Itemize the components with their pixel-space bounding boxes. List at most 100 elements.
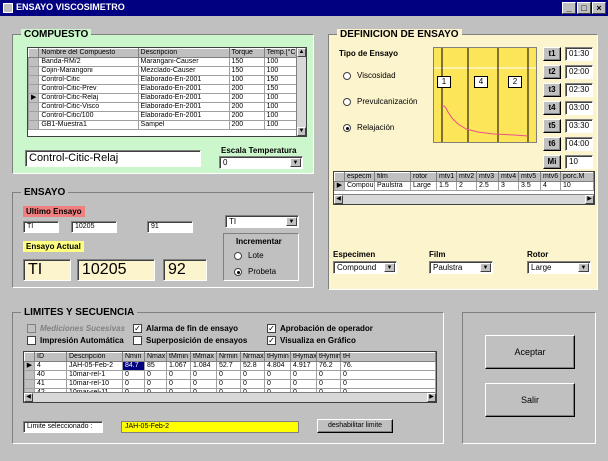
time-field-6[interactable]: 10 xyxy=(565,155,593,169)
table-cell[interactable]: Elaborado-En-2001 xyxy=(137,111,230,121)
lim-col-5[interactable]: tMmax xyxy=(190,352,217,362)
lim-col-4[interactable]: tMmin xyxy=(166,352,191,362)
table-cell[interactable]: 0 xyxy=(190,370,217,380)
table-cell[interactable]: 150 xyxy=(228,57,265,67)
table-cell[interactable]: 4 xyxy=(540,181,561,191)
table-cell[interactable]: 150 xyxy=(228,66,265,76)
chevron-down-icon[interactable]: ▼ xyxy=(480,263,491,272)
table-cell[interactable]: Control-Citic xyxy=(38,75,139,85)
maximize-button[interactable]: □ xyxy=(577,2,591,14)
actual-tipo-field[interactable]: TI xyxy=(23,259,71,281)
table-cell[interactable]: 0 xyxy=(240,379,265,389)
table-cell[interactable]: Compoun xyxy=(344,181,375,191)
table-cell[interactable]: 52.7 xyxy=(216,361,241,371)
graph-box-1[interactable]: 1 xyxy=(437,76,451,88)
radio-probeta[interactable] xyxy=(234,268,242,276)
table-cell[interactable]: 10mar-rel-10 xyxy=(66,379,123,389)
table-row[interactable]: Control-Citic-Prev Elaborado-En-2001 200 15… xyxy=(28,84,306,94)
time-field-3[interactable]: 03:00 xyxy=(565,101,593,115)
table-cell[interactable]: 0 xyxy=(216,370,241,380)
table-row[interactable]: ▶ Compoun Paulstra Large 1.5 2 2.5 3 3.5 4 10 xyxy=(334,181,594,191)
table-row[interactable]: ▶ 4 JAH-05-Feb-2 84.7 85 1.067 1.084 52.7 52.8 4.… xyxy=(24,361,436,371)
time-field-2[interactable]: 02:30 xyxy=(565,83,593,97)
table-row[interactable]: 40 10mar-rel-1 0 0 0 0 0 0 0 0 0 0 xyxy=(24,370,436,380)
compuesto-grid[interactable]: Nombre del Compuesto Descripcion Torque … xyxy=(27,47,307,137)
chevron-down-icon[interactable]: ▼ xyxy=(290,158,301,167)
table-cell[interactable]: Control-Citic-Visco xyxy=(38,102,139,112)
limites-grid[interactable]: ID Descripción Nmin Nmax tMmin tMmax Nrmin Nrma… xyxy=(23,351,437,403)
graph-box-3[interactable]: 2 xyxy=(508,76,522,88)
table-cell[interactable]: 100 xyxy=(228,75,265,85)
rotor-combo[interactable]: Large ▼ xyxy=(527,261,591,274)
compuesto-selected-field[interactable]: Control-Citic-Relaj xyxy=(25,150,201,167)
table-cell[interactable]: 0 xyxy=(316,370,341,380)
table-cell[interactable]: 76.2 xyxy=(316,361,341,371)
table-cell[interactable]: Control-Citic/100 xyxy=(38,111,139,121)
aceptar-button[interactable]: Aceptar xyxy=(485,335,575,369)
table-cell[interactable]: 200 xyxy=(228,111,265,121)
table-cell[interactable]: 0 xyxy=(122,370,145,380)
definicion-grid[interactable]: especm film rotor mtv1 mtv2 mtv3 mtv4 mtv5 mtv6 p… xyxy=(333,171,595,205)
radio-tipo-1[interactable] xyxy=(343,98,351,106)
salir-button[interactable]: Salir xyxy=(485,383,575,417)
col-torque[interactable]: Torque xyxy=(228,48,265,58)
table-cell[interactable]: Paulstra xyxy=(374,181,411,191)
table-row[interactable]: ▶ Control-Citic-Relaj Elaborado-En-2001 200… xyxy=(28,93,306,103)
def-col-1[interactable]: film xyxy=(374,172,411,182)
table-cell[interactable]: Sampel xyxy=(137,120,230,130)
radio-tipo-0[interactable] xyxy=(343,72,351,80)
scroll-right-icon[interactable]: ▶ xyxy=(427,393,436,402)
def-col-3[interactable]: mtv1 xyxy=(436,172,457,182)
def-col-2[interactable]: rotor xyxy=(410,172,437,182)
table-cell[interactable]: Elaborado-En-2001 xyxy=(137,75,230,85)
table-cell[interactable]: 3 xyxy=(498,181,519,191)
lim-col-2[interactable]: Nmin xyxy=(122,352,145,362)
chevron-down-icon[interactable]: ▼ xyxy=(578,263,589,272)
table-cell[interactable]: 40 xyxy=(34,370,67,380)
close-button[interactable]: × xyxy=(592,2,606,14)
table-cell[interactable]: 85 xyxy=(144,361,167,371)
lim-col-3[interactable]: Nmax xyxy=(144,352,167,362)
scroll-left-icon[interactable]: ◀ xyxy=(24,393,33,402)
table-cell[interactable]: 200 xyxy=(228,102,265,112)
table-cell[interactable]: 0 xyxy=(264,370,291,380)
minimize-button[interactable]: _ xyxy=(562,2,576,14)
table-cell[interactable]: 0 xyxy=(216,379,241,389)
lim-col-7[interactable]: Nrmax xyxy=(240,352,265,362)
time-field-4[interactable]: 03:30 xyxy=(565,119,593,133)
lim-col-6[interactable]: Nrmin xyxy=(216,352,241,362)
table-cell[interactable]: 2.5 xyxy=(476,181,499,191)
deshabilitar-limite-button[interactable]: deshabilitar limite xyxy=(317,419,393,433)
table-cell[interactable]: Elaborado-En-2001 xyxy=(137,102,230,112)
table-row[interactable]: Control-Citic-Visco Elaborado-En-2001 200 1… xyxy=(28,102,306,112)
col-descripcion[interactable]: Descripcion xyxy=(137,48,230,58)
table-cell[interactable]: 0 xyxy=(190,379,217,389)
table-cell[interactable]: Large xyxy=(410,181,437,191)
table-cell[interactable]: JAH-05-Feb-2 xyxy=(66,361,123,371)
lim-col-10[interactable]: tHymin xyxy=(316,352,341,362)
radio-tipo-2[interactable] xyxy=(343,124,351,132)
lim-col-8[interactable]: tHymin xyxy=(264,352,291,362)
checkbox-2[interactable]: ✓ xyxy=(267,324,276,333)
table-cell[interactable]: 200 xyxy=(228,93,265,103)
table-cell[interactable]: 0 xyxy=(340,379,436,389)
table-cell[interactable]: 4 xyxy=(34,361,67,371)
def-col-0[interactable]: especm xyxy=(344,172,375,182)
table-cell[interactable]: Elaborado-En-2001 xyxy=(137,84,230,94)
lim-col-1[interactable]: Descripción xyxy=(66,352,123,362)
table-cell[interactable]: 200 xyxy=(228,120,265,130)
table-cell[interactable]: 4.917 xyxy=(290,361,317,371)
table-cell[interactable]: 41 xyxy=(34,379,67,389)
especimen-combo[interactable]: Compound ▼ xyxy=(333,261,397,274)
table-cell[interactable]: Control-Citic-Prev xyxy=(38,84,139,94)
checkbox-4[interactable] xyxy=(133,336,142,345)
table-cell[interactable]: 0 xyxy=(144,379,167,389)
chevron-down-icon[interactable]: ▼ xyxy=(286,217,297,226)
table-cell[interactable]: 0 xyxy=(166,370,191,380)
table-cell[interactable]: 0 xyxy=(264,379,291,389)
checkbox-5[interactable]: ✓ xyxy=(267,336,276,345)
table-cell[interactable]: 0 xyxy=(166,379,191,389)
table-row[interactable]: 41 10mar-rel-10 0 0 0 0 0 0 0 0 0 0 xyxy=(24,379,436,389)
checkbox-0[interactable] xyxy=(27,324,36,333)
table-cell[interactable]: 0 xyxy=(290,379,317,389)
